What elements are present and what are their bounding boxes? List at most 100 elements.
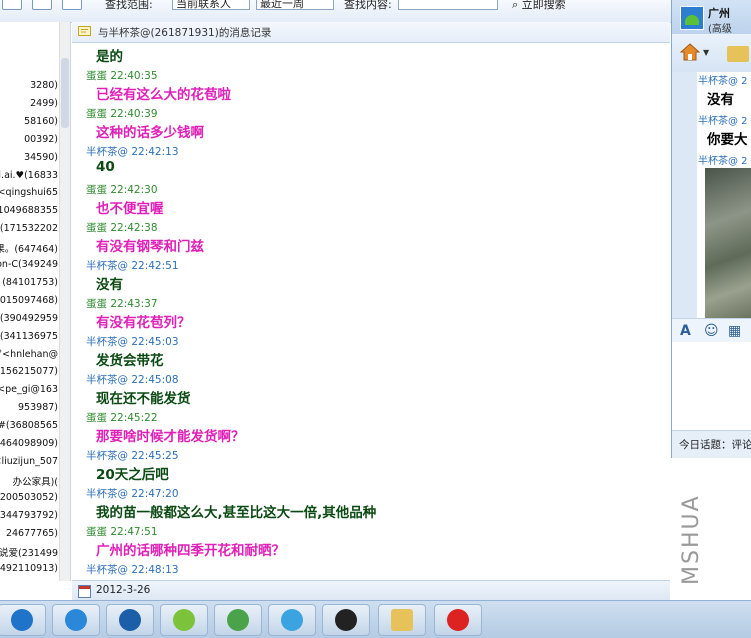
emoji-icon[interactable]: ☺ xyxy=(704,323,719,339)
message-text: 广州的话哪种四季开花和耐晒？ xyxy=(96,543,285,559)
contact-item[interactable]: 24677765) xyxy=(6,528,58,539)
contact-item[interactable]: on-C(349249 xyxy=(0,259,58,270)
message-text: 有没有花苞列？ xyxy=(96,315,191,331)
range-select[interactable]: 当前联系人 xyxy=(172,0,250,10)
contact-item[interactable]: 492110913) xyxy=(0,563,58,574)
home-dropdown-icon[interactable]: ▼ xyxy=(703,48,709,57)
message-text: 这种的话多少钱啊 xyxy=(96,125,204,141)
contact-scrollbar[interactable] xyxy=(59,22,70,581)
chat-topic-bar: 今日话题：评论 xyxy=(672,430,751,458)
record-date: 2012-3-26 xyxy=(96,584,151,596)
message-meta: 半杯茶@ 22:47:20 xyxy=(86,488,179,500)
taskbar-ie[interactable] xyxy=(0,604,46,636)
message-text: 没有 xyxy=(96,277,123,293)
contact-item[interactable]: 办公家具)( xyxy=(13,474,58,488)
contact-item[interactable]: <qingshui65 xyxy=(0,187,58,198)
calendar-icon[interactable] xyxy=(78,585,91,598)
refresh-icon[interactable] xyxy=(32,0,52,10)
contact-item[interactable]: 1049688355 xyxy=(0,205,58,216)
message-text: 是的 xyxy=(96,49,123,65)
content-label: 查找内容: xyxy=(344,0,392,11)
message-text: 已经有这么大的花苞啦 xyxy=(96,87,231,103)
message-text: 我的苗一般都这么大,甚至比这大一倍,其他品种 xyxy=(96,505,377,521)
contact-item[interactable]: (390492959 xyxy=(0,313,58,324)
chat-photo[interactable] xyxy=(705,168,751,318)
taskbar-qq[interactable] xyxy=(322,604,370,636)
content-input[interactable] xyxy=(398,0,498,10)
message-text: 现在还不能发货 xyxy=(96,391,191,407)
chat-message-meta: 半杯茶@ 2 xyxy=(698,116,748,127)
search-icon: ⌕ xyxy=(512,0,519,11)
message-meta: 蛋蛋 22:40:35 xyxy=(86,70,158,82)
record-header: 与半杯茶@(261871931)的消息记录 xyxy=(72,22,670,43)
contact-item[interactable]: 3280) xyxy=(30,80,58,91)
message-meta: 蛋蛋 22:43:37 xyxy=(86,298,158,310)
chat-message-text: 没有 xyxy=(707,92,734,108)
contact-item[interactable]: 953987) xyxy=(18,402,58,413)
contact-item[interactable]: 34590) xyxy=(24,152,58,163)
chat-message-text: 你要大 xyxy=(707,132,748,148)
chat-window: 广州 (高级 ▼ 半杯茶@ 2 没有 半杯茶@ 2 你要大 半杯茶@ 2 A ☺ ▦ 今… xyxy=(671,0,751,458)
time-select[interactable]: 最近一周 xyxy=(256,0,334,10)
contact-item[interactable]: 464098909) xyxy=(0,438,58,449)
watermark: MSHUA xyxy=(679,494,704,585)
contact-item[interactable]: 200503052) xyxy=(0,492,58,503)
qq-penguin-icon xyxy=(335,609,357,631)
contact-item[interactable]: #(36808565 xyxy=(0,420,58,431)
message-record-icon xyxy=(78,26,91,36)
search-button[interactable]: ⌕ 立即搜索 xyxy=(512,0,566,12)
chat-header: 广州 (高级 xyxy=(672,0,751,35)
back-icon[interactable] xyxy=(2,0,22,10)
contact-item[interactable]: {(156215077) xyxy=(0,366,58,377)
contact-item[interactable]: °<hnlehan@ xyxy=(0,349,58,360)
chat-name: 广州 xyxy=(708,7,730,20)
sogou-icon xyxy=(65,609,87,631)
taskbar-browser[interactable] xyxy=(106,604,154,636)
xiu-icon xyxy=(447,609,469,631)
message-text: 20天之后吧 xyxy=(96,467,169,483)
scroll-thumb[interactable] xyxy=(61,58,69,128)
chat-message-meta: 半杯茶@ 2 xyxy=(698,76,748,87)
contact-item[interactable]: (84101753) xyxy=(2,277,58,288)
bird-icon xyxy=(281,609,303,631)
contact-item[interactable]: 00392) xyxy=(24,134,58,145)
contact-item[interactable]: 2499) xyxy=(30,98,58,109)
contact-item[interactable]: 果。(647464) xyxy=(0,241,58,255)
contact-item[interactable]: 58160) xyxy=(24,116,58,127)
font-icon[interactable]: A xyxy=(680,323,691,339)
more-tools-icon[interactable]: ▦ xyxy=(728,323,741,339)
ie-icon xyxy=(11,609,33,631)
taskbar-xiu[interactable] xyxy=(434,604,482,636)
taskbar-app-bird[interactable] xyxy=(268,604,316,636)
folder-icon xyxy=(391,609,413,631)
taskbar-sogou[interactable] xyxy=(52,604,100,636)
message-meta: 蛋蛋 22:40:39 xyxy=(86,108,158,120)
taskbar-app-green[interactable] xyxy=(160,604,208,636)
message-meta: 半杯茶@ 22:42:51 xyxy=(86,260,179,272)
contact-item[interactable]: _(171532202 xyxy=(0,223,58,234)
home-icon[interactable] xyxy=(680,42,700,62)
message-meta: 半杯茶@ 22:42:13 xyxy=(86,146,179,158)
taskbar-explorer[interactable] xyxy=(378,604,426,636)
contact-item[interactable]: <pe_gi@163 xyxy=(0,384,58,395)
group-avatar[interactable] xyxy=(680,6,704,30)
contact-item[interactable]: 说爱(231499 xyxy=(0,545,58,559)
folder-icon[interactable] xyxy=(727,46,749,62)
chat-topic: 今日话题：评论 xyxy=(679,439,751,451)
contact-item[interactable]: 015097468) xyxy=(0,295,58,306)
taskbar-app-people[interactable] xyxy=(214,604,262,636)
message-meta: 半杯茶@ 22:45:03 xyxy=(86,336,179,348)
contact-item[interactable]: y(341136975 xyxy=(0,331,58,342)
message-text: 也不便宜喔 xyxy=(96,201,164,217)
chat-toolbar: ▼ xyxy=(672,34,751,72)
chat-input[interactable] xyxy=(672,342,751,430)
contact-item[interactable]: i.ai.♥(16833 xyxy=(0,170,58,181)
search-toolbar: 查找范围: 当前联系人 最近一周 查找内容: ⌕ 立即搜索 xyxy=(0,0,672,23)
message-meta: 蛋蛋 22:47:51 xyxy=(86,526,158,538)
range-label: 查找范围: xyxy=(105,0,153,11)
export-icon[interactable] xyxy=(62,0,82,10)
contact-item[interactable]: (344793792) xyxy=(0,510,58,521)
contact-item[interactable]: <liuzijun_507 xyxy=(0,456,58,467)
message-list: 是的蛋蛋 22:40:35 已经有这么大的花苞啦蛋蛋 22:40:39 这种的话多少… xyxy=(72,43,670,579)
record-footer: 2012-3-26 xyxy=(72,580,670,601)
